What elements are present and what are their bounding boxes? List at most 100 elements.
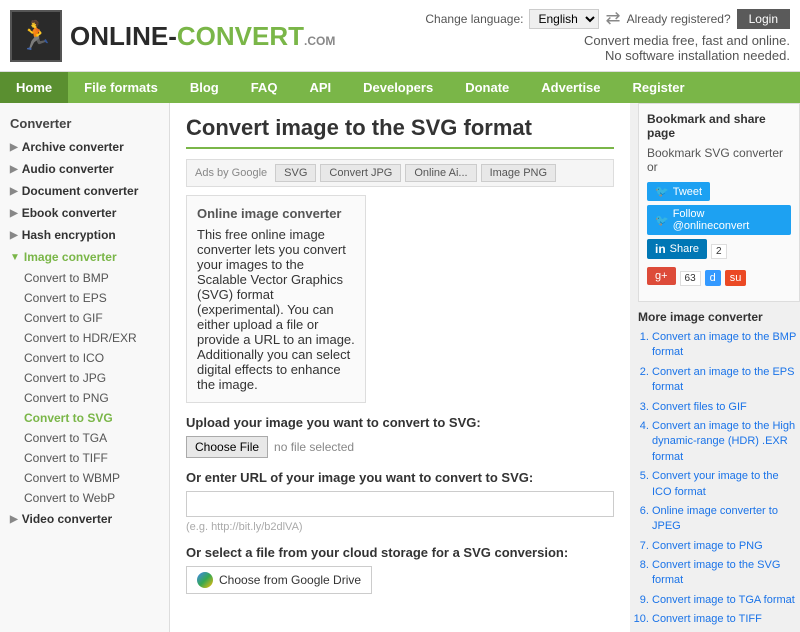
sidebar-item-document[interactable]: ▶ Document converter — [0, 180, 169, 202]
sidebar-sub-tga[interactable]: Convert to TGA — [0, 428, 169, 448]
ad-tab-png[interactable]: Image PNG — [481, 164, 556, 182]
lang-label: Change language: — [425, 12, 523, 26]
follow-button[interactable]: 🐦 Follow @onlineconvert — [647, 205, 791, 235]
sidebar-label-document: Document converter — [22, 184, 139, 198]
tagline-line1: Convert media free, fast and online. — [584, 33, 790, 48]
sidebar-sub-webp[interactable]: Convert to WebP — [0, 488, 169, 508]
page-title: Convert image to the SVG format — [186, 115, 614, 149]
layout: Converter ▶ Archive converter ▶ Audio co… — [0, 103, 800, 632]
tweet-button[interactable]: 🐦 Tweet — [647, 182, 710, 201]
cloud-label: Or select a file from your cloud storage… — [186, 545, 614, 560]
sidebar-item-audio[interactable]: ▶ Audio converter — [0, 158, 169, 180]
sidebar-sub-ico[interactable]: Convert to ICO — [0, 348, 169, 368]
logo-online: ONLINE- — [70, 21, 177, 51]
list-item[interactable]: Convert an image to the EPS format — [652, 365, 800, 396]
more-converters: More image converter Convert an image to… — [638, 310, 800, 628]
twitter-icon: 🐦 — [655, 185, 669, 198]
converter-desc: This free online image converter lets yo… — [197, 227, 355, 392]
arrow-icon: ▶ — [10, 230, 18, 241]
nav-item-blog[interactable]: Blog — [174, 72, 235, 103]
nav: Home File formats Blog FAQ API Developer… — [0, 72, 800, 103]
url-label: Or enter URL of your image you want to c… — [186, 470, 614, 485]
nav-item-register[interactable]: Register — [617, 72, 701, 103]
sidebar-label-image: Image converter — [24, 250, 117, 264]
list-item[interactable]: Convert your image to the ICO format — [652, 469, 800, 500]
list-item[interactable]: Convert an image to the High dynamic-ran… — [652, 419, 800, 465]
sidebar-sub-svg[interactable]: Convert to SVG — [0, 408, 169, 428]
bookmark-box: Bookmark and share page Bookmark SVG con… — [638, 103, 800, 302]
share-count: 2 — [711, 244, 727, 259]
sidebar: Converter ▶ Archive converter ▶ Audio co… — [0, 103, 170, 632]
linkedin-icon: in — [655, 242, 666, 256]
list-item[interactable]: Convert an image to the BMP format — [652, 330, 800, 361]
sidebar-item-hash[interactable]: ▶ Hash encryption — [0, 224, 169, 246]
ads-tabs: SVG Convert JPG Online Ai... Image PNG — [275, 164, 556, 182]
ad-tab-svg[interactable]: SVG — [275, 164, 316, 182]
nav-item-faq[interactable]: FAQ — [235, 72, 294, 103]
sidebar-sub-tiff[interactable]: Convert to TIFF — [0, 448, 169, 468]
nav-item-advertise[interactable]: Advertise — [525, 72, 616, 103]
list-item[interactable]: Convert files to GIF — [652, 400, 800, 415]
nav-item-donate[interactable]: Donate — [449, 72, 525, 103]
nav-item-home[interactable]: Home — [0, 72, 68, 103]
choose-file-button[interactable]: Choose File — [186, 436, 268, 458]
lang-select[interactable]: English — [529, 9, 599, 29]
main-content: Convert image to the SVG format Ads by G… — [170, 103, 630, 632]
lang-arrows: ⇄ — [605, 8, 620, 29]
url-input[interactable] — [186, 491, 614, 517]
sidebar-item-ebook[interactable]: ▶ Ebook converter — [0, 202, 169, 224]
sidebar-sub-jpg[interactable]: Convert to JPG — [0, 368, 169, 388]
nav-item-api[interactable]: API — [293, 72, 347, 103]
converter-box-title: Online image converter — [197, 206, 355, 221]
ad-tab-jpg[interactable]: Convert JPG — [320, 164, 401, 182]
bookmark-text: Bookmark SVG converter or — [647, 146, 791, 174]
converter-info-box: Online image converter This free online … — [186, 195, 366, 403]
upload-label: Upload your image you want to convert to… — [186, 415, 614, 430]
list-item[interactable]: Convert image to TIFF — [652, 612, 800, 627]
converter-list: Convert an image to the BMP format Conve… — [638, 330, 800, 628]
google-drive-button[interactable]: Choose from Google Drive — [186, 566, 372, 594]
bookmark-title: Bookmark and share page — [647, 112, 791, 140]
ad-tab-ai[interactable]: Online Ai... — [405, 164, 476, 182]
google-drive-icon — [197, 572, 213, 588]
sidebar-sub-hdr[interactable]: Convert to HDR/EXR — [0, 328, 169, 348]
gplus-count: 63 — [680, 271, 701, 286]
sidebar-sub-bmp[interactable]: Convert to BMP — [0, 268, 169, 288]
nav-item-file-formats[interactable]: File formats — [68, 72, 174, 103]
tagline-line2: No software installation needed. — [605, 48, 790, 63]
logo-com: .COM — [304, 34, 335, 48]
upload-section: Upload your image you want to convert to… — [186, 415, 614, 594]
sidebar-sub-gif[interactable]: Convert to GIF — [0, 308, 169, 328]
header: 🏃 ONLINE-CONVERT.COM Change language: En… — [0, 0, 800, 72]
gplus-button[interactable]: g+ — [647, 267, 676, 285]
ads-label: Ads by Google — [195, 167, 267, 179]
arrow-icon: ▶ — [10, 208, 18, 219]
sidebar-item-video[interactable]: ▶ Video converter — [0, 508, 169, 530]
arrow-icon: ▶ — [10, 514, 18, 525]
linkedin-button[interactable]: in Share — [647, 239, 707, 259]
ads-bar: Ads by Google SVG Convert JPG Online Ai.… — [186, 159, 614, 187]
sidebar-item-image[interactable]: ▼ Image converter — [0, 246, 169, 268]
sidebar-sub-eps[interactable]: Convert to EPS — [0, 288, 169, 308]
logo-figure: 🏃 — [19, 19, 54, 52]
sidebar-label-archive: Archive converter — [22, 140, 124, 154]
list-item[interactable]: Online image converter to JPEG — [652, 504, 800, 535]
sidebar-sub-png[interactable]: Convert to PNG — [0, 388, 169, 408]
nav-item-developers[interactable]: Developers — [347, 72, 449, 103]
delicious-button[interactable]: d — [705, 270, 721, 286]
logo-text: ONLINE-CONVERT.COM — [70, 23, 335, 49]
sidebar-item-archive[interactable]: ▶ Archive converter — [0, 136, 169, 158]
sidebar-label-video: Video converter — [22, 512, 112, 526]
logo-convert: CONVERT — [177, 21, 304, 51]
google-drive-label: Choose from Google Drive — [219, 573, 361, 587]
list-item[interactable]: Convert image to the SVG format — [652, 558, 800, 589]
list-item[interactable]: Convert image to PNG — [652, 539, 800, 554]
arrow-icon: ▶ — [10, 142, 18, 153]
list-item[interactable]: Convert image to TGA format — [652, 593, 800, 608]
already-registered: Already registered? — [627, 12, 731, 26]
sidebar-sub-wbmp[interactable]: Convert to WBMP — [0, 468, 169, 488]
stumbleupon-button[interactable]: su — [725, 270, 747, 286]
sidebar-title: Converter — [0, 111, 169, 136]
twitter-follow-icon: 🐦 — [655, 214, 669, 227]
login-button[interactable]: Login — [737, 9, 790, 29]
